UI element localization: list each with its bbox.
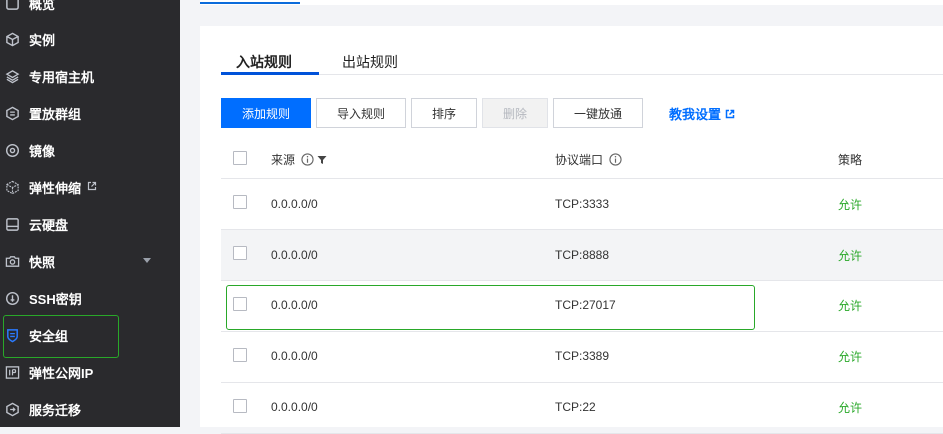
sidebar-item-label: 概览	[29, 0, 56, 12]
cube-icon	[4, 32, 20, 48]
top-tab-indicator	[200, 2, 300, 4]
row-checkbox[interactable]	[233, 348, 247, 362]
sidebar-item-snapshot[interactable]: 快照	[0, 243, 180, 280]
row-policy: 允许	[838, 350, 863, 364]
sidebar-item-elastic-ip[interactable]: 弹性公网IP	[0, 354, 180, 391]
placement-icon	[4, 106, 20, 122]
row-protocol-port: TCP:3389	[555, 349, 610, 363]
info-icon[interactable]	[301, 153, 314, 166]
sidebar-item-label: 快照	[29, 255, 56, 270]
scaling-icon	[4, 180, 20, 196]
sidebar-item-label: 专用宿主机	[29, 70, 95, 85]
top-tab-strip	[200, 0, 943, 5]
row-protocol-port: TCP:8888	[555, 248, 610, 262]
delete-button[interactable]: 删除	[482, 98, 548, 128]
disk-icon	[4, 217, 20, 233]
sidebar-item-instances[interactable]: 实例	[0, 21, 180, 58]
table-row[interactable]: 0.0.0.0/0 TCP:22 允许	[221, 383, 943, 434]
header-protocol-port: 协议端口	[555, 151, 622, 168]
info-icon[interactable]	[609, 153, 622, 166]
row-policy: 允许	[838, 249, 863, 263]
teach-me-label: 教我设置	[669, 107, 722, 122]
rule-tabs: 入站规则 出站规则	[221, 44, 943, 76]
row-checkbox[interactable]	[233, 246, 247, 260]
table-row[interactable]: 0.0.0.0/0 TCP:3333 允许	[221, 179, 943, 230]
sidebar-item-image[interactable]: 镜像	[0, 132, 180, 169]
external-link-icon	[87, 181, 97, 194]
active-item-highlight	[3, 315, 119, 358]
one-click-allow-button[interactable]: 一键放通	[553, 98, 643, 128]
disc-icon	[4, 143, 20, 159]
sidebar-item-label: 镜像	[29, 144, 56, 159]
sidebar-item-auto-scaling[interactable]: 弹性伸缩	[0, 169, 180, 206]
sidebar-item-label: 弹性伸缩	[29, 181, 82, 196]
header-source: 来源	[271, 151, 327, 168]
chevron-down-icon[interactable]	[143, 258, 151, 263]
sidebar: 概览 实例 专用宿主机 置放群组 镜像 弹性伸缩 云硬盘 快照 SSH密钥 安全…	[0, 0, 180, 427]
overview-icon	[4, 0, 20, 12]
add-rule-button[interactable]: 添加规则	[221, 98, 311, 128]
sidebar-item-label: 实例	[29, 33, 56, 48]
tab-inbound[interactable]: 入站规则	[236, 52, 292, 72]
external-link-icon	[725, 109, 735, 118]
table-row[interactable]: 0.0.0.0/0 TCP:3389 允许	[221, 332, 943, 383]
row-source: 0.0.0.0/0	[271, 400, 318, 414]
camera-icon	[4, 254, 20, 270]
row-selection-highlight	[226, 285, 755, 330]
import-rule-button[interactable]: 导入规则	[316, 98, 406, 128]
header-protocol-port-label: 协议端口	[555, 153, 604, 167]
row-protocol-port: TCP:3333	[555, 197, 610, 211]
filter-icon[interactable]	[317, 155, 327, 165]
tab-outbound[interactable]: 出站规则	[342, 52, 398, 72]
teach-me-link[interactable]: 教我设置	[669, 104, 735, 123]
row-checkbox[interactable]	[233, 195, 247, 209]
row-policy: 允许	[838, 401, 863, 415]
select-all-checkbox[interactable]	[233, 151, 247, 165]
row-source: 0.0.0.0/0	[271, 197, 318, 211]
sidebar-item-label: 弹性公网IP	[29, 366, 94, 381]
tabs-divider	[221, 74, 943, 75]
sidebar-item-migration[interactable]: 服务迁移	[0, 391, 180, 428]
key-icon	[4, 291, 20, 307]
header-policy: 策略	[838, 151, 862, 168]
sidebar-item-dedicated-host[interactable]: 专用宿主机	[0, 58, 180, 95]
row-policy: 允许	[838, 198, 863, 212]
ip-icon	[4, 365, 20, 381]
sidebar-item-overview[interactable]: 概览	[0, 0, 180, 22]
header-policy-label: 策略	[838, 153, 863, 167]
sidebar-item-placement-group[interactable]: 置放群组	[0, 95, 180, 132]
table-row[interactable]: 0.0.0.0/0 TCP:8888 允许	[221, 230, 943, 281]
sidebar-item-ssh-key[interactable]: SSH密钥	[0, 280, 180, 317]
migrate-icon	[4, 402, 20, 418]
row-protocol-port: TCP:22	[555, 400, 596, 414]
active-tab-underline	[221, 72, 319, 75]
sidebar-item-label: 云硬盘	[29, 218, 69, 233]
row-checkbox[interactable]	[233, 399, 247, 413]
row-source: 0.0.0.0/0	[271, 349, 318, 363]
sort-button[interactable]: 排序	[411, 98, 477, 128]
header-source-label: 来源	[271, 153, 296, 167]
row-source: 0.0.0.0/0	[271, 248, 318, 262]
sidebar-item-cloud-disk[interactable]: 云硬盘	[0, 206, 180, 243]
sidebar-item-label: SSH密钥	[29, 292, 82, 307]
sidebar-item-label: 置放群组	[29, 107, 82, 122]
layers-icon	[4, 69, 20, 85]
row-policy: 允许	[838, 299, 863, 313]
sidebar-item-label: 服务迁移	[29, 403, 82, 418]
